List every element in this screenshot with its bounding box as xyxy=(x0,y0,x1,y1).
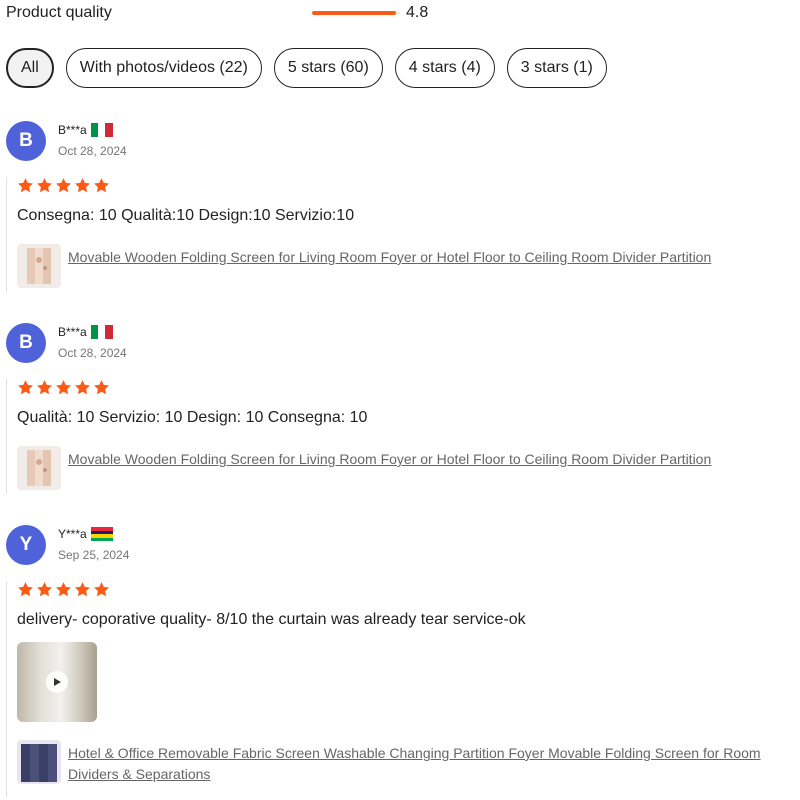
product-link[interactable]: Hotel & Office Removable Fabric Screen W… xyxy=(68,743,798,785)
reviewer-name: B***a xyxy=(58,325,113,339)
product-link-row: Movable Wooden Folding Screen for Living… xyxy=(17,244,711,288)
product-thumbnail[interactable] xyxy=(17,244,61,288)
review-date: Oct 28, 2024 xyxy=(58,346,127,360)
star-icon xyxy=(94,380,109,395)
star-rating xyxy=(17,177,711,194)
mauritius-flag-icon xyxy=(90,527,113,541)
product-link[interactable]: Movable Wooden Folding Screen for Living… xyxy=(68,247,711,268)
reviewer-name-text: Y***a xyxy=(58,527,87,541)
review-date: Sep 25, 2024 xyxy=(58,548,130,562)
review-body: delivery- coporative quality- 8/10 the c… xyxy=(6,581,798,797)
star-icon xyxy=(18,582,33,597)
star-icon xyxy=(18,380,33,395)
product-quality-score: 4.8 xyxy=(406,4,429,21)
filter-chip-5-stars[interactable]: 5 stars (60) xyxy=(273,48,383,88)
product-quality-bar-fill xyxy=(312,11,397,15)
filter-chip-4-stars[interactable]: 4 stars (4) xyxy=(394,48,495,88)
product-link[interactable]: Movable Wooden Folding Screen for Living… xyxy=(68,449,711,470)
review-text: delivery- coporative quality- 8/10 the c… xyxy=(17,611,526,628)
star-icon xyxy=(94,582,109,597)
star-rating xyxy=(17,581,798,598)
avatar: Y xyxy=(6,525,46,565)
star-icon xyxy=(94,178,109,193)
italy-flag-icon xyxy=(90,123,113,137)
star-icon xyxy=(37,380,52,395)
star-icon xyxy=(56,178,71,193)
review-video-thumbnail[interactable] xyxy=(17,642,97,722)
star-icon xyxy=(37,582,52,597)
filter-chip-photos-videos[interactable]: With photos/videos (22) xyxy=(65,48,262,88)
filter-chip-all[interactable]: All xyxy=(6,48,54,88)
star-icon xyxy=(75,178,90,193)
product-quality-label: Product quality xyxy=(6,4,112,21)
product-quality-bar xyxy=(312,11,400,15)
star-icon xyxy=(37,178,52,193)
review-text: Consegna: 10 Qualità:10 Design:10 Serviz… xyxy=(17,207,355,224)
product-link-row: Movable Wooden Folding Screen for Living… xyxy=(17,446,711,490)
avatar: B xyxy=(6,323,46,363)
filter-chip-3-stars[interactable]: 3 stars (1) xyxy=(506,48,607,88)
review-body: Consegna: 10 Qualità:10 Design:10 Serviz… xyxy=(6,177,711,292)
reviewer-name-text: B***a xyxy=(58,325,87,339)
product-link-row: Hotel & Office Removable Fabric Screen W… xyxy=(17,740,798,785)
review-date: Oct 28, 2024 xyxy=(58,144,127,158)
product-quality-row: Product quality 4.8 xyxy=(6,4,800,24)
avatar: B xyxy=(6,121,46,161)
review-text: Qualità: 10 Servizio: 10 Design: 10 Cons… xyxy=(17,409,368,426)
product-thumbnail[interactable] xyxy=(17,740,61,784)
star-icon xyxy=(18,178,33,193)
reviewer-name: Y***a xyxy=(58,527,113,541)
review-filter-bar: All With photos/videos (22) 5 stars (60)… xyxy=(6,48,607,88)
star-icon xyxy=(75,582,90,597)
reviewer-name: B***a xyxy=(58,123,113,137)
review-body: Qualità: 10 Servizio: 10 Design: 10 Cons… xyxy=(6,379,711,494)
star-icon xyxy=(56,582,71,597)
reviewer-name-text: B***a xyxy=(58,123,87,137)
star-icon xyxy=(56,380,71,395)
star-rating xyxy=(17,379,711,396)
play-icon[interactable] xyxy=(46,671,68,693)
italy-flag-icon xyxy=(90,325,113,339)
product-thumbnail[interactable] xyxy=(17,446,61,490)
star-icon xyxy=(75,380,90,395)
